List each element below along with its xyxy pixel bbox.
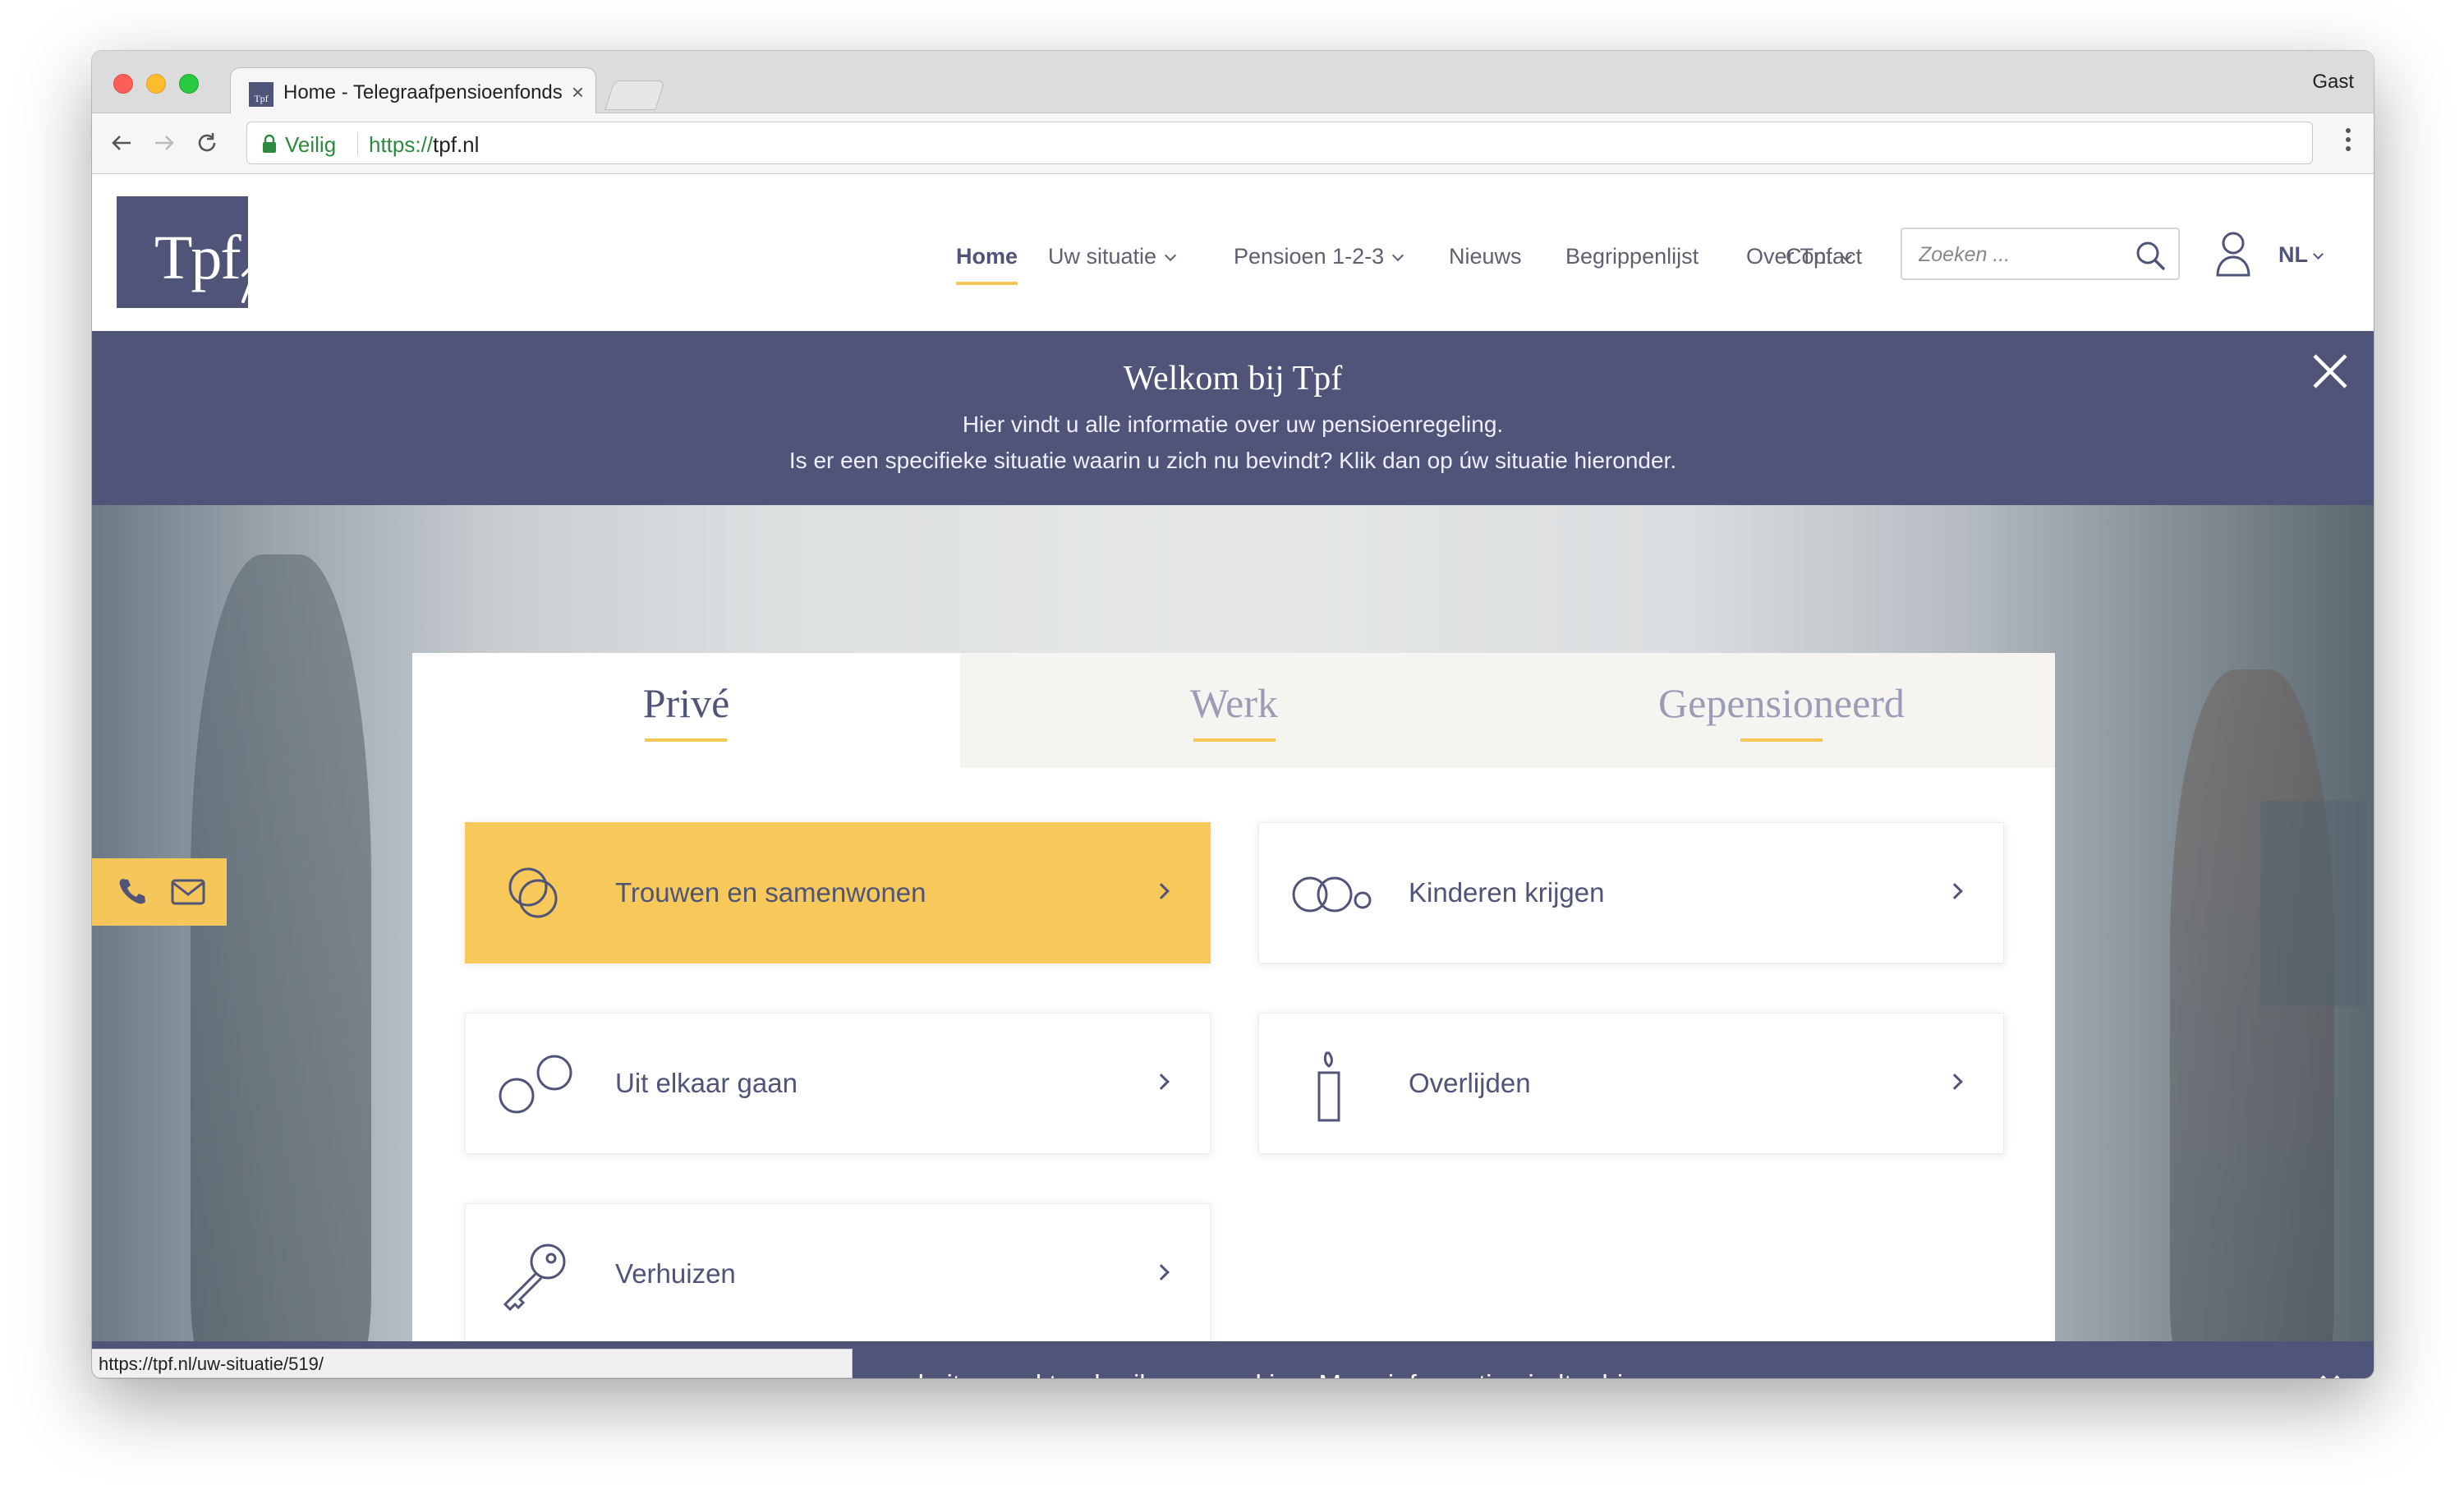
forward-button[interactable] xyxy=(148,126,181,159)
maximize-window-button[interactable] xyxy=(179,74,199,94)
nav-contact[interactable]: Contact xyxy=(1786,244,1862,269)
family-circles-icon xyxy=(1292,876,1372,913)
reload-button[interactable] xyxy=(191,126,223,159)
situation-tabs: Privé Werk Gepensioneerd xyxy=(412,653,2055,768)
card-trouwen-label: Trouwen en samenwonen xyxy=(615,877,926,908)
favicon-icon: Tpf xyxy=(249,82,274,107)
tab-title: Home - Telegraafpensioenfonds xyxy=(283,81,563,103)
nav-nieuws[interactable]: Nieuws xyxy=(1449,244,1522,269)
welcome-line-2: Is er een specifieke situatie waarin u z… xyxy=(788,448,1677,473)
welcome-line-1: Hier vindt u alle informatie over uw pen… xyxy=(962,411,1504,437)
forward-arrow-icon xyxy=(155,136,174,150)
search-icon[interactable] xyxy=(2134,239,2167,272)
tab-gepensioneerd-label: Gepensioneerd xyxy=(1658,680,1905,726)
tab-close-icon[interactable]: × xyxy=(572,80,584,105)
site-header: Tpf Home Uw situatie Pensioen 1-2-3 Nieu… xyxy=(92,175,2374,331)
tab-werk-label: Werk xyxy=(1189,680,1279,726)
language-label: NL xyxy=(2278,242,2308,267)
nav-begrippenlijst[interactable]: Begrippenlijst xyxy=(1565,244,1699,269)
nav-uw-situatie[interactable]: Uw situatie xyxy=(1048,244,1177,269)
chevron-right-icon xyxy=(1153,1264,1170,1280)
candle-icon xyxy=(1317,1051,1340,1122)
status-bar-url: https://tpf.nl/uw-situatie/519/ xyxy=(92,1349,853,1378)
browser-toolbar: Veilig https://tpf.nl xyxy=(92,113,2374,174)
background-person xyxy=(2170,669,2334,1376)
key-icon xyxy=(503,1244,566,1312)
nav-pensioen-123[interactable]: Pensioen 1-2-3 xyxy=(1234,244,1404,269)
chevron-right-icon xyxy=(1153,1074,1170,1090)
tab-werk[interactable]: Werk xyxy=(960,653,1508,768)
background-monitor xyxy=(2260,801,2367,1006)
card-uit-elkaar[interactable]: Uit elkaar gaan xyxy=(465,1013,1211,1154)
situation-panel: Privé Werk Gepensioneerd Trouwen en same… xyxy=(412,653,2055,1378)
chevron-right-icon xyxy=(1947,883,1963,899)
profile-label[interactable]: Gast xyxy=(2312,71,2354,94)
card-overlijden[interactable]: Overlijden xyxy=(1258,1013,2004,1154)
tab-prive[interactable]: Privé xyxy=(412,653,960,768)
back-button[interactable] xyxy=(105,126,138,159)
lock-icon xyxy=(263,134,276,153)
url-scheme: https:// xyxy=(369,132,434,157)
chevron-right-icon xyxy=(1153,883,1170,899)
browser-window: Tpf Home - Telegraafpensioenfonds × Gast… xyxy=(92,51,2374,1378)
card-kinderen[interactable]: Kinderen krijgen xyxy=(1258,822,2004,963)
welcome-title: Welkom bij Tpf xyxy=(1123,360,1343,398)
close-icon[interactable] xyxy=(2310,351,2351,392)
rings-icon xyxy=(508,867,558,918)
tab-gepensioneerd[interactable]: Gepensioneerd xyxy=(1508,653,2055,768)
tab-prive-label: Privé xyxy=(642,680,730,726)
language-selector[interactable]: NL xyxy=(2278,242,2324,268)
browser-menu-icon[interactable] xyxy=(2346,128,2352,155)
contact-sidebar xyxy=(92,858,227,926)
card-uit-elkaar-label: Uit elkaar gaan xyxy=(615,1068,798,1098)
chevron-right-icon xyxy=(1947,1074,1963,1090)
card-verhuizen-label: Verhuizen xyxy=(615,1258,736,1289)
card-overlijden-label: Overlijden xyxy=(1409,1068,1531,1098)
close-window-button[interactable] xyxy=(113,74,133,94)
search-box xyxy=(1901,228,2180,280)
browser-titlebar: Tpf Home - Telegraafpensioenfonds × Gast xyxy=(92,51,2374,115)
url-text[interactable]: https://tpf.nl xyxy=(369,132,479,158)
welcome-banner: Welkom bij Tpf Hier vindt u alle informa… xyxy=(92,331,2374,505)
mail-icon[interactable] xyxy=(171,878,205,906)
phone-icon[interactable] xyxy=(117,876,146,906)
browser-tab-active[interactable]: Tpf Home - Telegraafpensioenfonds × xyxy=(230,67,596,115)
url-separator xyxy=(357,132,358,155)
new-tab-button[interactable] xyxy=(605,80,665,110)
nav-uw-situatie-label: Uw situatie xyxy=(1048,244,1157,269)
cookie-close-icon[interactable] xyxy=(2319,1374,2341,1378)
nav-home[interactable]: Home xyxy=(956,244,1018,285)
nav-pensioen-label: Pensioen 1-2-3 xyxy=(1234,244,1385,269)
card-kinderen-label: Kinderen krijgen xyxy=(1409,877,1605,908)
chevron-down-icon xyxy=(1164,249,1177,262)
card-trouwen[interactable]: Trouwen en samenwonen xyxy=(465,822,1211,963)
secure-label: Veilig xyxy=(285,132,337,157)
user-icon[interactable] xyxy=(2213,229,2254,277)
url-host: tpf.nl xyxy=(433,132,480,157)
chevron-down-icon xyxy=(2313,249,2324,260)
reload-icon xyxy=(198,133,216,152)
web-page: Tpf Home Uw situatie Pensioen 1-2-3 Nieu… xyxy=(92,175,2374,1378)
address-bar[interactable]: Veilig https://tpf.nl xyxy=(246,122,2313,164)
separated-circles-icon xyxy=(499,1055,572,1114)
chevron-down-icon xyxy=(1392,249,1404,262)
minimize-window-button[interactable] xyxy=(146,74,166,94)
back-arrow-icon xyxy=(112,136,131,150)
card-verhuizen[interactable]: Verhuizen xyxy=(465,1203,1211,1345)
background-person xyxy=(191,554,371,1376)
search-input[interactable] xyxy=(1919,241,2132,269)
